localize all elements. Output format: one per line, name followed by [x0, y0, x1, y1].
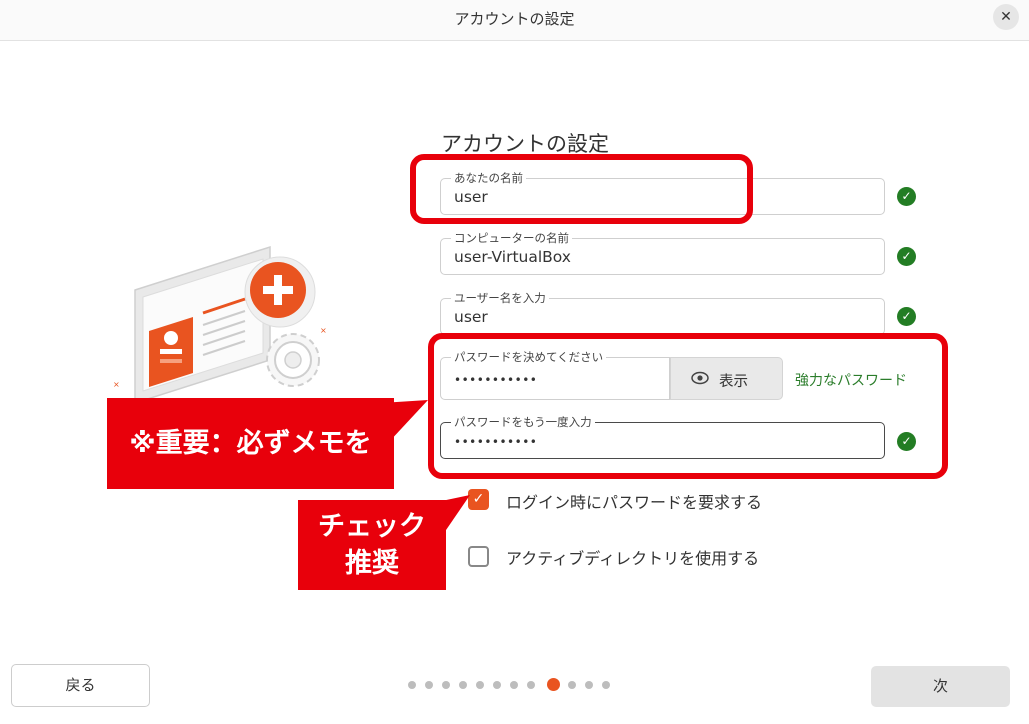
- name-valid-check-icon: ✓: [897, 187, 916, 206]
- username-field[interactable]: ユーザー名を入力 user: [440, 290, 885, 335]
- window-title: アカウントの設定: [454, 10, 575, 28]
- password-highlight-box: [428, 333, 948, 479]
- page-dot-current: [547, 678, 560, 691]
- page-dot: [493, 681, 501, 689]
- recommend-line-1: チェック: [318, 511, 426, 542]
- svg-text:×: ×: [320, 326, 327, 335]
- computer-name-value: user-VirtualBox: [454, 248, 571, 266]
- computer-name-label: コンピューターの名前: [451, 230, 572, 246]
- checkmark-icon: ✓: [472, 491, 485, 507]
- page-dot: [408, 681, 416, 689]
- require-password-label[interactable]: ログイン時にパスワードを要求する: [506, 489, 762, 513]
- close-icon: ✕: [1000, 9, 1012, 25]
- recommend-line-2: 推奨: [345, 548, 399, 579]
- computer-name-valid-check-icon: ✓: [897, 247, 916, 266]
- account-illustration: × × × ×: [113, 245, 327, 408]
- page-dot: [476, 681, 484, 689]
- name-highlight-box: [410, 154, 753, 224]
- page-dot: [527, 681, 535, 689]
- svg-text:×: ×: [113, 380, 120, 389]
- important-note-callout: ※重要：必ずメモを: [107, 398, 394, 489]
- page-dot: [459, 681, 467, 689]
- close-button[interactable]: ✕: [993, 4, 1019, 30]
- username-valid-check-icon: ✓: [897, 307, 916, 326]
- next-button[interactable]: 次: [871, 666, 1010, 707]
- page-dot: [568, 681, 576, 689]
- back-button[interactable]: 戻る: [11, 664, 150, 707]
- username-label: ユーザー名を入力: [451, 290, 549, 306]
- active-directory-label[interactable]: アクティブディレクトリを使用する: [506, 545, 759, 569]
- page-dot: [442, 681, 450, 689]
- recommend-callout: チェック 推奨: [298, 500, 446, 590]
- page-dot: [585, 681, 593, 689]
- active-directory-checkbox[interactable]: [468, 546, 489, 567]
- page-dot: [425, 681, 433, 689]
- page-dot: [510, 681, 518, 689]
- computer-name-field[interactable]: コンピューターの名前 user-VirtualBox: [440, 230, 885, 275]
- username-value: user: [454, 308, 488, 326]
- title-bar: アカウントの設定 ✕: [0, 0, 1029, 41]
- page-dot: [602, 681, 610, 689]
